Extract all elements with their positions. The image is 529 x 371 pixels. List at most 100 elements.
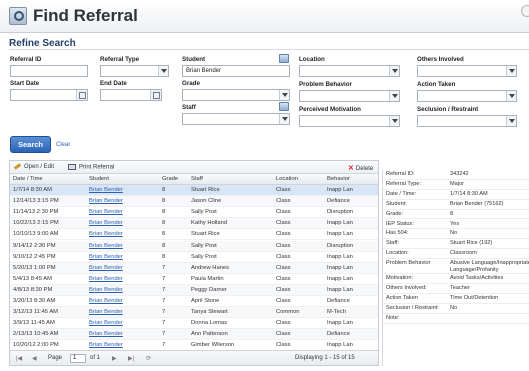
cell-student[interactable]: Brian Bender: [89, 265, 123, 271]
delete-button[interactable]: ✕ Delete: [348, 164, 373, 172]
table-row[interactable]: 2/13/13 10:45 AM Brian Bender 7 Ann Patters…: [10, 329, 378, 341]
others-involved-select[interactable]: [417, 65, 517, 77]
cell-grade: 8: [162, 253, 166, 260]
cell-grade: 8: [162, 242, 166, 249]
calendar-icon[interactable]: [76, 90, 87, 100]
cell-behavior: Inapp Lan: [327, 231, 353, 238]
perceived-motivation-select[interactable]: [299, 115, 400, 127]
cell-student[interactable]: Brian Bender: [89, 331, 123, 337]
col-location[interactable]: Location: [276, 176, 298, 182]
table-row[interactable]: 3/20/13 8:30 AM Brian Bender 7 April Stone C…: [10, 296, 378, 307]
referral-type-select[interactable]: [100, 65, 169, 77]
location-select[interactable]: [299, 65, 400, 77]
next-page-icon[interactable]: ▶: [112, 355, 117, 362]
first-page-icon[interactable]: |◀: [16, 355, 22, 362]
col-behavior[interactable]: Behavior: [327, 176, 350, 182]
detail-key: Action Taken: [386, 294, 418, 301]
detail-row: Referral Type: Major: [383, 180, 529, 190]
chevron-down-icon[interactable]: [389, 66, 399, 76]
help-icon[interactable]: [521, 5, 529, 17]
staff-select[interactable]: [182, 113, 290, 125]
cell-student[interactable]: Brian Bender: [89, 220, 123, 226]
table-row[interactable]: 3/12/13 11:45 AM Brian Bender 7 Tanya Stewa…: [10, 307, 378, 319]
cell-staff: Paula Martin: [191, 275, 224, 282]
problem-behavior-select[interactable]: [299, 90, 400, 102]
cell-location: Class: [276, 231, 291, 238]
cell-student[interactable]: Brian Bender: [89, 198, 123, 204]
cell-student[interactable]: Brian Bender: [89, 276, 123, 282]
cell-student[interactable]: Brian Bender: [89, 342, 123, 348]
print-referral-button[interactable]: Print Referral: [68, 164, 114, 171]
table-row[interactable]: 12/14/13 3:15 PM Brian Bender 8 Jason Cline…: [10, 196, 378, 208]
table-row[interactable]: 10/22/13 2:15 PM Brian Bender 8 Kathy Holla…: [10, 218, 378, 230]
action-taken-select[interactable]: [417, 90, 517, 102]
cell-grade: 7: [162, 309, 166, 316]
student-picker-icon[interactable]: [279, 54, 289, 63]
student-input[interactable]: Brian Bender: [182, 65, 290, 77]
start-date-label: Start Date: [10, 80, 40, 87]
detail-row: IEP Status: Yes: [383, 220, 529, 230]
table-row[interactable]: 4/8/13 8:30 PM Brian Bender 7 Peggy Darner C…: [10, 284, 378, 296]
chevron-down-icon[interactable]: [279, 90, 289, 100]
start-date-input[interactable]: [10, 89, 88, 101]
prev-page-icon[interactable]: ◀: [32, 355, 37, 362]
table-row[interactable]: 10/10/13 9:00 AM Brian Bender 8 Stuart Rice…: [10, 229, 378, 241]
chevron-down-icon[interactable]: [506, 66, 516, 76]
detail-value: No: [450, 304, 458, 311]
open-edit-button[interactable]: Open / Edit: [13, 163, 54, 170]
table-row[interactable]: 1/7/14 8:30 AM Brian Bender 8 Stuart Rice Cl…: [10, 185, 378, 196]
search-button[interactable]: Search: [10, 136, 51, 153]
referral-id-input[interactable]: [10, 65, 88, 77]
chevron-down-icon[interactable]: [158, 66, 168, 76]
cell-location: Class: [276, 298, 291, 304]
last-page-icon[interactable]: ▶|: [128, 355, 134, 362]
detail-value: Abusive Language/Inappropriate Language/…: [450, 260, 529, 273]
page-header: Find Referral: [0, 0, 529, 33]
table-row[interactable]: 5/4/13 8:45 AM Brian Bender 7 Paula Martin C…: [10, 274, 378, 285]
calendar-icon[interactable]: [150, 90, 161, 100]
col-staff[interactable]: Staff: [191, 176, 203, 182]
table-row[interactable]: 5/20/13 1:00 PM Brian Bender 7 Andrew Hanes…: [10, 262, 378, 274]
chevron-down-icon[interactable]: [389, 91, 399, 101]
action-taken-label: Action Taken: [417, 81, 456, 88]
cell-student[interactable]: Brian Bender: [89, 231, 123, 237]
col-date-time[interactable]: Date / Time: [13, 176, 43, 182]
grade-select[interactable]: [182, 89, 290, 101]
staff-label: Staff: [182, 104, 196, 111]
chevron-down-icon[interactable]: [506, 116, 516, 126]
clear-link[interactable]: Clear: [56, 142, 70, 148]
cell-student[interactable]: Brian Bender: [89, 209, 123, 215]
seclusion-restraint-select[interactable]: [417, 115, 517, 127]
cell-student[interactable]: Brian Bender: [89, 243, 123, 249]
chevron-down-icon[interactable]: [389, 116, 399, 126]
cell-grade: 7: [162, 264, 166, 271]
cell-location: Class: [276, 264, 291, 271]
cell-student[interactable]: Brian Bender: [89, 298, 123, 304]
cell-date: 3/12/13 11:45 AM: [13, 309, 59, 316]
printer-icon: [68, 164, 76, 170]
table-row[interactable]: 9/10/12 2:45 PM Brian Bender 8 Sally Post Cl…: [10, 252, 378, 263]
refresh-icon[interactable]: ⟳: [146, 355, 151, 362]
cell-student[interactable]: Brian Bender: [89, 309, 123, 315]
location-label: Location: [299, 56, 325, 63]
page-input[interactable]: 1: [70, 354, 86, 363]
student-label: Student: [182, 56, 206, 63]
cell-student[interactable]: Brian Bender: [89, 287, 123, 293]
col-student[interactable]: Student: [89, 176, 109, 182]
table-row[interactable]: 11/14/13 2:30 PM Brian Bender 8 Sally Post C…: [10, 207, 378, 219]
end-date-input[interactable]: [100, 89, 162, 101]
staff-picker-icon[interactable]: [279, 102, 289, 111]
detail-value: Teacher: [450, 285, 470, 291]
cell-grade: 7: [162, 275, 166, 282]
cell-student[interactable]: Brian Bender: [89, 187, 123, 193]
cell-student[interactable]: Brian Bender: [89, 320, 123, 326]
detail-key: Others Involved:: [386, 285, 427, 291]
table-row[interactable]: 3/9/13 11:45 AM Brian Bender 7 Donna Lomas C…: [10, 318, 378, 330]
col-grade[interactable]: Grade: [162, 176, 178, 182]
chevron-down-icon[interactable]: [279, 114, 289, 124]
cell-student[interactable]: Brian Bender: [89, 254, 123, 260]
table-row[interactable]: 9/14/12 2:30 PM Brian Bender 8 Sally Post Cl…: [10, 240, 378, 252]
cell-date: 3/9/13 11:45 AM: [13, 320, 55, 327]
cell-staff: Jason Cline: [191, 198, 222, 205]
chevron-down-icon[interactable]: [506, 91, 516, 101]
